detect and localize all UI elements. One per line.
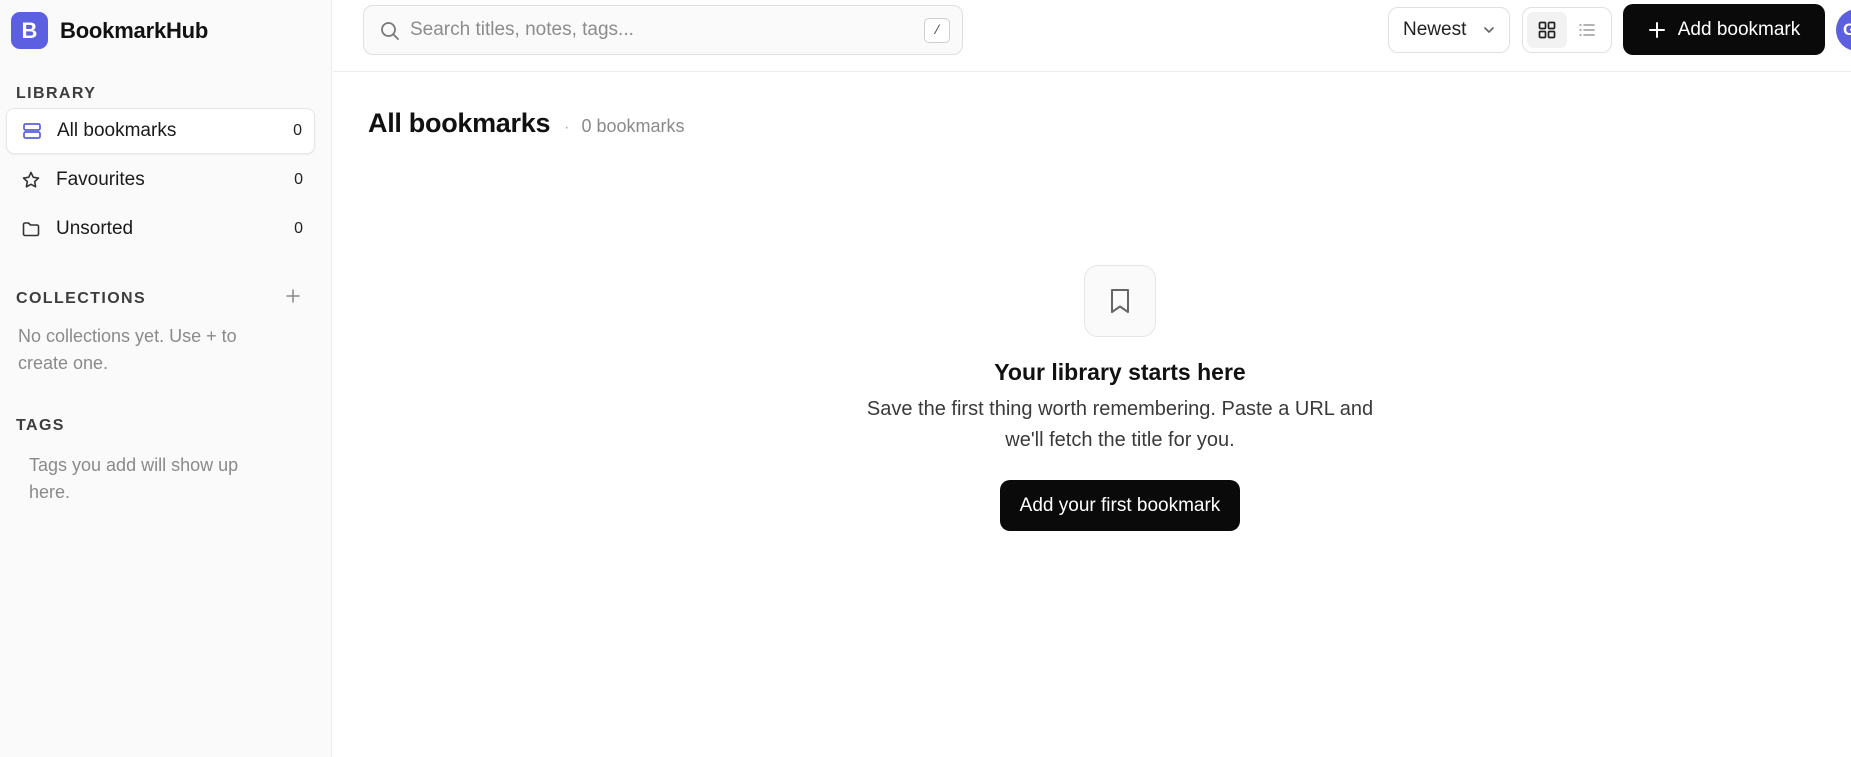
grid-icon (1538, 21, 1556, 39)
search-input[interactable] (410, 6, 890, 54)
stack-icon (21, 120, 43, 142)
library-nav: All bookmarks 0 Favourites 0 Unsorted 0 (6, 108, 315, 255)
sidebar-item-count: 0 (293, 122, 302, 139)
list-icon (1579, 24, 1595, 36)
tags-section-label: TAGS (16, 417, 65, 434)
tags-empty-note: Tags you add will show up here. (29, 455, 239, 502)
add-collection-button[interactable] (282, 285, 304, 307)
brand-logo: B (11, 12, 48, 49)
add-bookmark-label: Add bookmark (1677, 18, 1801, 40)
sidebar-item-unsorted[interactable]: Unsorted 0 (6, 206, 315, 252)
topbar: / Newest Add bookmark G (333, 0, 1851, 72)
page-title: All bookmarks (368, 108, 551, 138)
library-section-label: LIBRARY (16, 85, 97, 102)
sidebar-item-label: All bookmarks (57, 120, 177, 141)
sidebar-item-all-bookmarks[interactable]: All bookmarks 0 (6, 108, 315, 154)
sidebar-item-count: 0 (294, 171, 303, 188)
bookmark-count: 0 bookmarks (581, 116, 685, 136)
bookmark-icon (1111, 289, 1129, 313)
page-header: All bookmarks · 0 bookmarks (368, 108, 685, 139)
empty-state-description: Save the first thing worth remembering. … (866, 398, 1374, 451)
sidebar: B BookmarkHub LIBRARY All bookmarks 0 Fa… (0, 0, 332, 757)
title-separator: · (564, 119, 570, 136)
add-first-bookmark-button[interactable]: Add your first bookmark (999, 480, 1241, 531)
plus-icon (1648, 21, 1665, 38)
sort-label: Newest (1403, 19, 1467, 40)
brand-name: BookmarkHub (60, 17, 209, 43)
search-box[interactable]: / (363, 5, 963, 55)
brand[interactable]: B BookmarkHub (11, 12, 208, 49)
list-view-button[interactable] (1567, 12, 1607, 48)
collections-empty-note: No collections yet. Use + to create one. (18, 326, 237, 373)
avatar[interactable]: G (1836, 9, 1851, 51)
collections-section-label: COLLECTIONS (16, 290, 147, 307)
grid-view-button[interactable] (1527, 12, 1567, 48)
folder-icon (20, 218, 42, 240)
view-toggle (1522, 7, 1612, 53)
empty-state-title: Your library starts here (994, 359, 1246, 385)
star-icon (20, 169, 42, 191)
search-icon (381, 22, 399, 40)
empty-state-icon-frame (1084, 265, 1156, 337)
search-shortcut-hint: / (924, 18, 950, 43)
chevron-down-icon (1484, 27, 1494, 33)
empty-state: Your library starts here Save the first … (833, 265, 1407, 531)
sidebar-item-count: 0 (294, 220, 303, 237)
sidebar-item-favourites[interactable]: Favourites 0 (6, 157, 315, 203)
sidebar-item-label: Favourites (56, 169, 145, 190)
add-bookmark-button[interactable]: Add bookmark (1623, 4, 1825, 55)
sort-dropdown[interactable]: Newest (1388, 7, 1510, 53)
plus-icon (286, 289, 300, 303)
sidebar-item-label: Unsorted (56, 218, 134, 239)
